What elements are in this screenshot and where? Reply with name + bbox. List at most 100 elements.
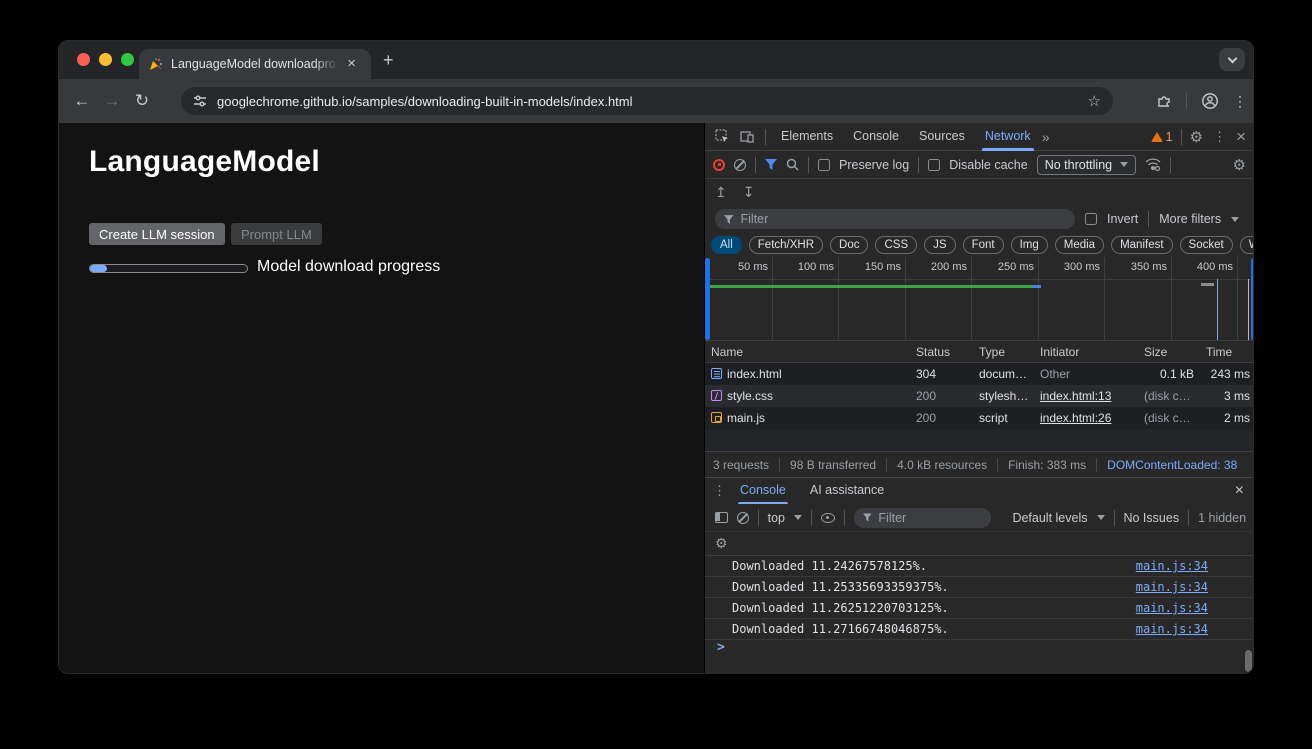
disable-cache-label: Disable cache (949, 158, 1028, 172)
network-filter-input[interactable] (741, 212, 1066, 226)
chip-socket[interactable]: Socket (1180, 236, 1233, 254)
tick-100ms: 100 ms (782, 261, 834, 273)
initiator-link[interactable]: index.html:26 (1034, 407, 1138, 429)
chip-manifest[interactable]: Manifest (1111, 236, 1172, 254)
source-link[interactable]: main.js:34 (1136, 580, 1208, 594)
traffic-light-zoom[interactable] (121, 53, 134, 66)
progress-fill (90, 265, 107, 272)
create-llm-session-button[interactable]: Create LLM session (89, 223, 225, 245)
chip-wasm[interactable]: Wasm (1240, 236, 1254, 254)
col-initiator[interactable]: Initiator (1034, 341, 1138, 363)
col-type[interactable]: Type (973, 341, 1034, 363)
invert-checkbox[interactable] (1085, 213, 1097, 225)
console-prompt-chevron[interactable]: > (717, 640, 725, 655)
throttling-value: No throttling (1045, 158, 1112, 172)
more-tabs-icon[interactable]: » (1042, 129, 1050, 145)
drawer-menu-icon[interactable]: ⋮ (713, 483, 726, 499)
chip-img[interactable]: Img (1011, 236, 1048, 254)
chip-font[interactable]: Font (963, 236, 1004, 254)
drawer-tab-console[interactable]: Console (730, 478, 796, 504)
tab-search-button[interactable] (1219, 48, 1245, 71)
source-link[interactable]: main.js:34 (1136, 622, 1208, 636)
overview-left-handle[interactable] (705, 258, 710, 340)
record-network-log-icon[interactable] (713, 159, 725, 171)
device-toolbar-icon[interactable] (740, 129, 755, 144)
network-conditions-icon[interactable] (1145, 158, 1161, 171)
site-settings-icon[interactable] (193, 94, 207, 108)
chip-js[interactable]: JS (924, 236, 955, 254)
tick-150ms: 150 ms (849, 261, 901, 273)
table-row[interactable]: index.html 304 docum… Other 0.1 kB 243 m… (705, 363, 1254, 385)
col-status[interactable]: Status (910, 341, 973, 363)
page-content: LanguageModel Create LLM session Prompt … (59, 123, 704, 674)
drawer-close-icon[interactable]: × (1235, 482, 1248, 500)
devtools-menu-icon[interactable]: ⋮ (1213, 129, 1226, 145)
throttling-select[interactable]: No throttling (1037, 155, 1136, 175)
browser-menu-icon[interactable]: ⋮ (1233, 93, 1247, 110)
document-icon (711, 368, 722, 379)
no-issues-label[interactable]: No Issues (1123, 511, 1179, 525)
stylesheet-icon (711, 390, 722, 401)
traffic-light-minimize[interactable] (99, 53, 112, 66)
filter-funnel-icon[interactable] (765, 159, 777, 170)
load-event-marker (1248, 279, 1249, 341)
import-har-icon[interactable]: ↥ (715, 184, 727, 201)
chip-all[interactable]: All (711, 236, 742, 254)
drawer-tab-ai-assistance[interactable]: AI assistance (800, 478, 894, 504)
live-expression-eye-icon[interactable] (821, 513, 835, 523)
tab-sources[interactable]: Sources (910, 123, 974, 151)
tab-close-icon[interactable]: ✕ (347, 59, 356, 70)
address-bar[interactable]: googlechrome.github.io/samples/downloadi… (181, 87, 1113, 115)
table-row[interactable]: main.js 200 script index.html:26 (disk c… (705, 407, 1254, 429)
execution-context-selector[interactable]: top (768, 511, 785, 525)
prompt-llm-button[interactable]: Prompt LLM (231, 223, 322, 245)
new-tab-button[interactable]: + (383, 51, 394, 69)
browser-tab[interactable]: LanguageModel downloadpro ✕ (139, 49, 371, 79)
warning-count: 1 (1166, 130, 1173, 144)
inspect-element-icon[interactable] (715, 129, 730, 144)
transferred: 98 B transferred (790, 458, 876, 472)
more-filters-label[interactable]: More filters (1159, 212, 1221, 226)
col-name[interactable]: Name (705, 341, 910, 363)
col-time[interactable]: Time (1200, 341, 1254, 363)
chip-media[interactable]: Media (1055, 236, 1104, 254)
overview-right-handle[interactable] (1251, 258, 1254, 340)
extensions-icon[interactable] (1156, 93, 1172, 109)
console-settings-icon[interactable]: ⚙ (715, 535, 728, 552)
devtools-close-icon[interactable]: × (1236, 127, 1246, 147)
export-har-icon[interactable]: ↧ (743, 184, 755, 201)
party-popper-favicon-icon (149, 57, 163, 71)
reload-button[interactable]: ↻ (127, 91, 157, 111)
source-link[interactable]: main.js:34 (1136, 601, 1208, 615)
chip-doc[interactable]: Doc (830, 236, 868, 254)
initiator-link[interactable]: index.html:13 (1034, 385, 1138, 407)
tab-elements[interactable]: Elements (772, 123, 842, 151)
message-text: Downloaded 11.27166748046875%. (732, 622, 949, 636)
traffic-light-close[interactable] (77, 53, 90, 66)
tab-console[interactable]: Console (844, 123, 908, 151)
tick-350ms: 350 ms (1115, 261, 1167, 273)
devtools-settings-icon[interactable]: ⚙ (1190, 128, 1203, 146)
network-settings-icon[interactable]: ⚙ (1233, 156, 1246, 174)
search-icon[interactable] (786, 158, 799, 171)
chip-css[interactable]: CSS (875, 236, 917, 254)
clear-network-log-icon[interactable] (734, 159, 746, 171)
profile-avatar-icon[interactable] (1201, 92, 1219, 110)
preserve-log-checkbox[interactable] (818, 159, 830, 171)
issues-counter[interactable]: 1 (1151, 130, 1173, 144)
table-row[interactable]: style.css 200 stylesh… index.html:13 (di… (705, 385, 1254, 407)
default-levels-select[interactable]: Default levels (1012, 511, 1087, 525)
tab-network[interactable]: Network (976, 123, 1040, 151)
forward-button[interactable]: → (97, 91, 127, 111)
console-scrollbar[interactable] (1245, 650, 1252, 672)
network-overview-timeline[interactable]: 50 ms 100 ms 150 ms 200 ms 250 ms 300 ms… (705, 257, 1254, 341)
chip-fetchxhr[interactable]: Fetch/XHR (749, 236, 823, 254)
source-link[interactable]: main.js:34 (1136, 559, 1208, 573)
console-filter-input[interactable] (878, 511, 982, 525)
disable-cache-checkbox[interactable] (928, 159, 940, 171)
clear-console-icon[interactable] (737, 512, 749, 524)
bookmark-star-icon[interactable]: ☆ (1088, 92, 1101, 110)
col-size[interactable]: Size (1138, 341, 1200, 363)
back-button[interactable]: ← (67, 91, 97, 111)
console-sidebar-icon[interactable] (715, 512, 728, 523)
